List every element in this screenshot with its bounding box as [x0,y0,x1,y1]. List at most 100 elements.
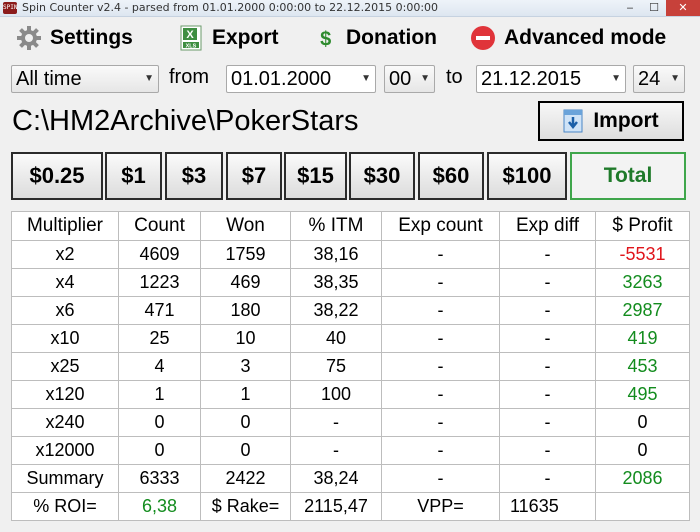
profit-cell: 0 [595,408,690,437]
column-header[interactable]: % ITM [290,211,382,241]
table-cell: 0 [200,436,291,465]
table-cell: 38,35 [290,268,382,297]
svg-text:XLS: XLS [186,44,197,50]
table-cell: 3 [200,352,291,381]
minimize-button[interactable]: ‒ [618,0,642,16]
donation-label: Donation [346,26,437,49]
to-label: to [446,66,463,88]
table-cell: - [290,436,382,465]
roi-label: % ROI= [11,492,119,521]
table-cell: - [499,408,596,437]
table-cell: 75 [290,352,382,381]
donation-button[interactable]: $ Donation [318,22,437,54]
roi-value: 6,38 [118,492,201,521]
svg-text:X: X [186,29,194,41]
from-hour-select[interactable]: 00 ▼ [384,65,435,93]
table-cell: - [499,352,596,381]
settings-button[interactable]: Settings [16,22,133,54]
empty-cell [595,492,690,521]
advanced-mode-label: Advanced mode [504,26,667,49]
table-cell: 6333 [118,464,201,493]
table-cell: - [499,380,596,409]
table-cell: 1 [118,380,201,409]
app-icon: SPIN [3,2,17,14]
table-row: x2 4609 1759 38,16 - - -5531 [11,240,690,269]
profit-cell: 3263 [595,268,690,297]
table-cell: 25 [118,324,201,353]
table-cell: 38,16 [290,240,382,269]
maximize-button[interactable]: ☐ [642,0,666,16]
table-cell: 100 [290,380,382,409]
vpp-label: VPP= [381,492,500,521]
chevron-down-icon: ▼ [144,73,154,84]
profit-cell: 2987 [595,296,690,325]
column-header[interactable]: Won [200,211,291,241]
column-header[interactable]: Count [118,211,201,241]
table-cell: x12000 [11,436,119,465]
settings-label: Settings [50,26,133,49]
roi-row: % ROI= 6,38 $ Rake= 2115,47 VPP= 11635 [11,492,690,521]
chevron-down-icon: ▼ [361,73,371,84]
to-date-picker[interactable]: 21.12.2015 ▼ [476,65,626,93]
table-row: x12000 0 0 - - - 0 [11,436,690,465]
time-range-select[interactable]: All time ▼ [11,65,159,93]
stake-button-0.25[interactable]: $0.25 [11,152,103,200]
table-cell: 2422 [200,464,291,493]
to-hour-select[interactable]: 24 ▼ [633,65,685,93]
stake-button-100[interactable]: $100 [487,152,567,200]
stake-button-3[interactable]: $3 [165,152,223,200]
profit-cell: 419 [595,324,690,353]
summary-row: Summary 6333 2422 38,24 - - 2086 [11,464,690,493]
table-row: x240 0 0 - - - 0 [11,408,690,437]
from-date-picker[interactable]: 01.01.2000 ▼ [226,65,376,93]
table-cell: x10 [11,324,119,353]
rake-value: 2115,47 [290,492,382,521]
table-cell: - [499,296,596,325]
gear-icon [17,26,41,50]
table-cell: 4 [118,352,201,381]
table-cell: - [499,268,596,297]
column-header[interactable]: Multiplier [11,211,119,241]
column-header[interactable]: $ Profit [595,211,690,241]
results-table: Multiplier Count Won % ITM Exp count Exp… [11,211,690,521]
export-button[interactable]: X XLS Export [178,22,279,54]
profit-cell: -5531 [595,240,690,269]
minus-circle-icon [471,26,495,50]
close-button[interactable]: ✕ [666,0,700,16]
window-title: Spin Counter v2.4 - parsed from 01.01.20… [22,1,439,14]
archive-path: C:\HM2Archive\PokerStars [12,105,359,137]
table-row: x4 1223 469 38,35 - - 3263 [11,268,690,297]
table-cell: 1 [200,380,291,409]
stake-button-60[interactable]: $60 [418,152,484,200]
svg-text:$: $ [320,29,331,51]
import-button[interactable]: Import [538,101,684,141]
stake-button-7[interactable]: $7 [226,152,282,200]
time-range-value: All time [16,68,82,90]
stake-button-30[interactable]: $30 [349,152,415,200]
import-icon [563,109,583,133]
table-cell: 40 [290,324,382,353]
vpp-value: 11635 [499,492,596,521]
table-cell: 1759 [200,240,291,269]
table-cell: x120 [11,380,119,409]
import-label: Import [593,109,659,132]
table-cell: 10 [200,324,291,353]
total-button[interactable]: Total [570,152,686,200]
column-header[interactable]: Exp count [381,211,500,241]
rake-label: $ Rake= [200,492,291,521]
from-label: from [169,66,209,88]
column-header[interactable]: Exp diff [499,211,596,241]
table-row: x10 25 10 40 - - 419 [11,324,690,353]
table-cell: - [381,464,500,493]
table-cell: - [290,408,382,437]
dollar-icon: $ [320,29,331,51]
stake-button-15[interactable]: $15 [284,152,347,200]
advanced-mode-button[interactable]: Advanced mode [470,22,666,54]
table-cell: 180 [200,296,291,325]
table-header-row: Multiplier Count Won % ITM Exp count Exp… [11,211,690,241]
table-cell: 0 [118,408,201,437]
profit-cell: 453 [595,352,690,381]
to-date-value: 21.12.2015 [481,68,582,90]
stake-button-1[interactable]: $1 [105,152,162,200]
table-cell: 4609 [118,240,201,269]
